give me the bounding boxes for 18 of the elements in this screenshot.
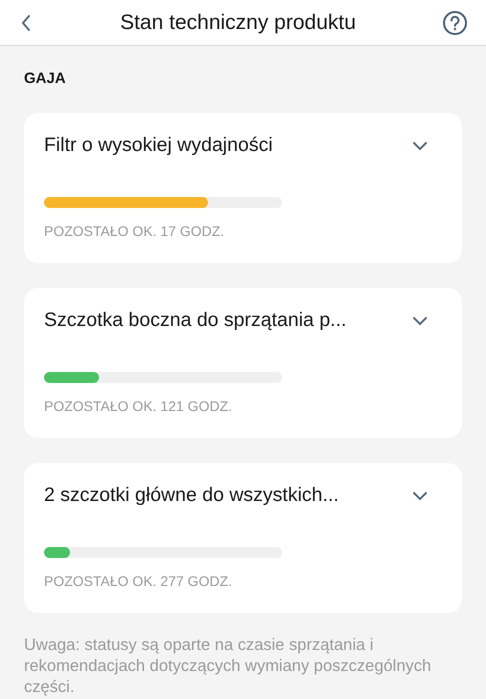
part-card[interactable]: Szczotka boczna do sprzątania p... POZOSTAŁO OK. 121 GODZ. — [24, 288, 462, 438]
part-card[interactable]: 2 szczotki główne do wszystkich... POZOSTAŁO OK. 277 GODZ. — [24, 462, 462, 612]
section-label: GAJA — [24, 69, 67, 89]
part-name: 2 szczotki główne do wszystkich... — [44, 482, 340, 508]
chevron-down-icon[interactable] — [412, 490, 428, 500]
help-icon — [442, 10, 468, 36]
chevron-left-icon — [21, 14, 31, 32]
remaining-time: POZOSTAŁO OK. 17 GODZ. — [44, 222, 226, 240]
part-name: Szczotka boczna do sprzątania p... — [44, 308, 348, 333]
chevron-down-icon[interactable] — [412, 140, 428, 150]
part-card[interactable]: Filtr o wysokiej wydajności POZOSTAŁO OK. 17 GODZ. — [24, 112, 462, 262]
remaining-time: POZOSTAŁO OK. 121 GODZ. — [44, 396, 234, 416]
help-button[interactable] — [442, 10, 468, 36]
screen-title: Stan techniczny produktu — [119, 10, 357, 36]
remaining-time: POZOSTAŁO OK. 277 GODZ. — [44, 572, 234, 590]
note-text: Uwaga: statusy są oparte na czasie sprzątania i rekomendacjach dotyczących wymiany poszczególnych części. — [24, 634, 432, 698]
chevron-down-icon[interactable] — [412, 316, 428, 326]
part-name: Filtr o wysokiej wydajności — [44, 132, 274, 158]
